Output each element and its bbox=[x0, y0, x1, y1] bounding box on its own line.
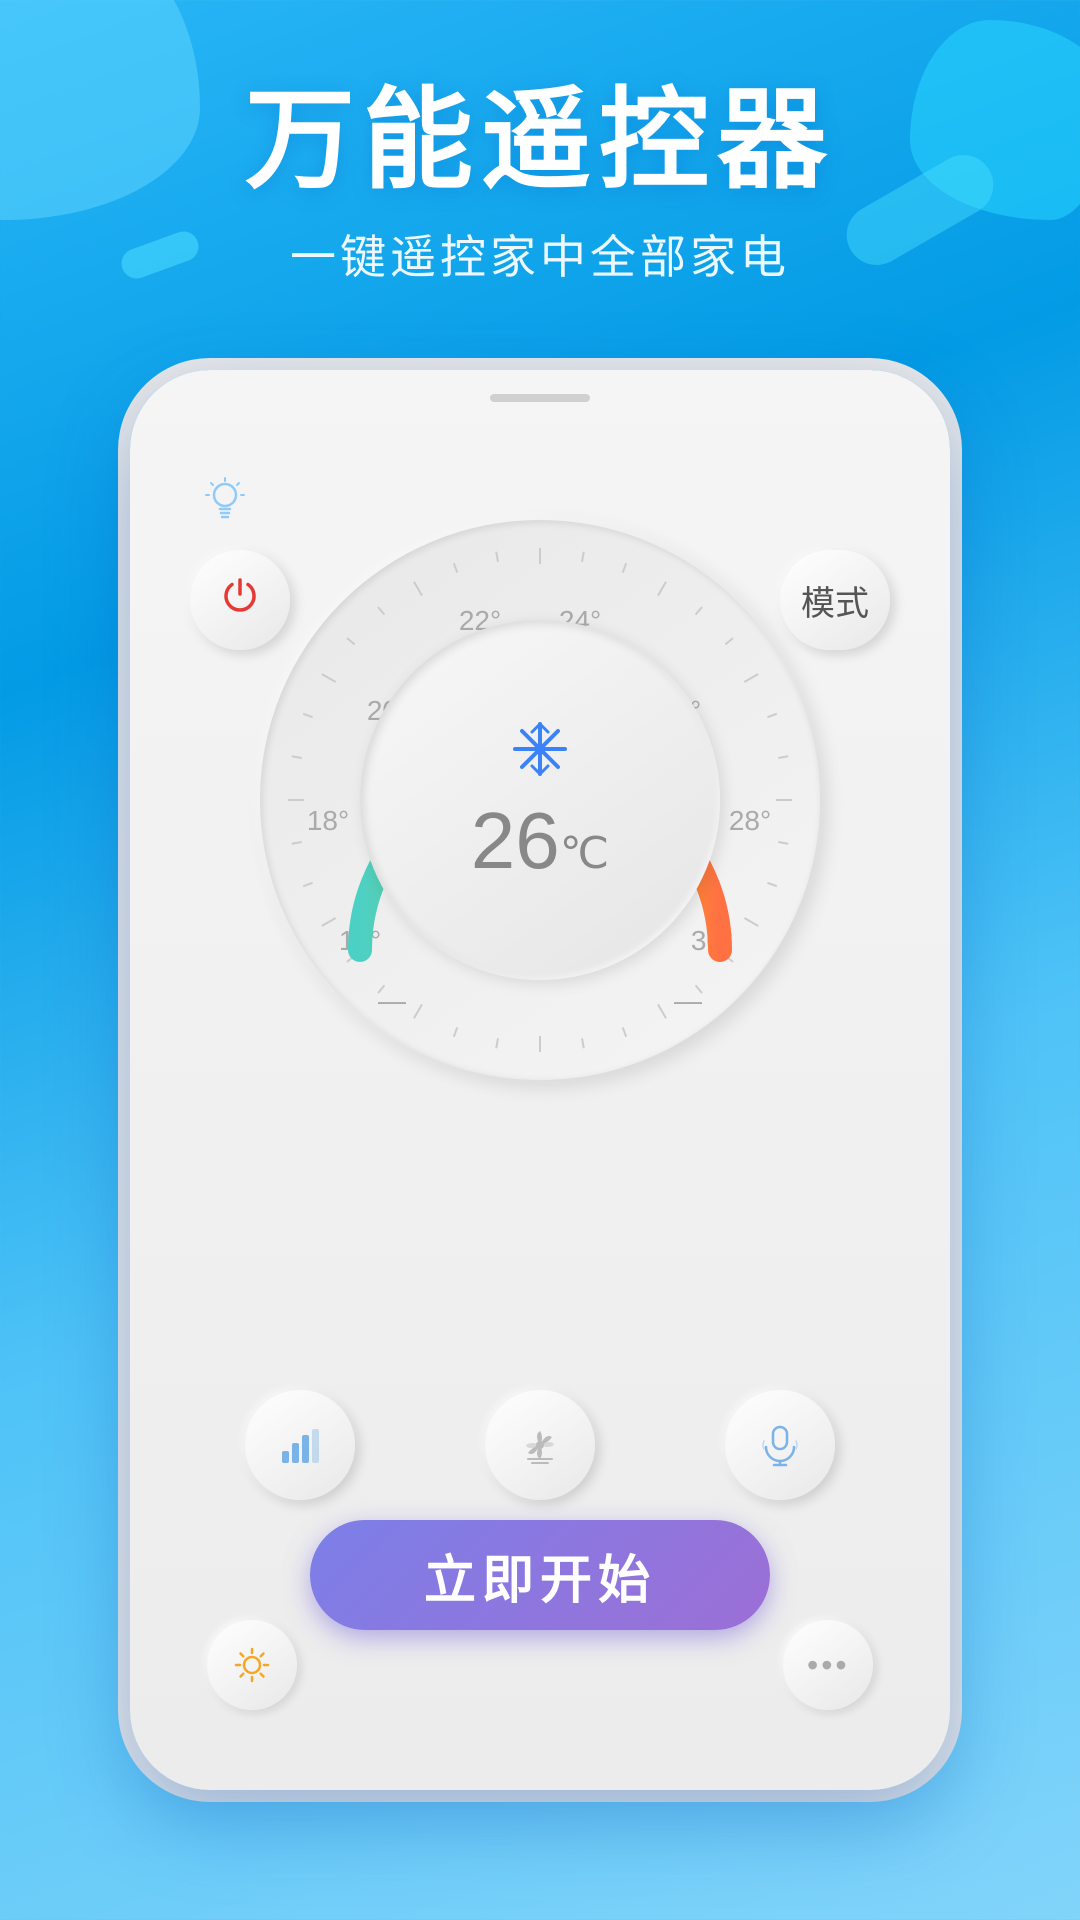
start-button[interactable]: 立即开始 bbox=[310, 1520, 770, 1630]
fan-swing-button[interactable] bbox=[485, 1390, 595, 1500]
power-icon bbox=[219, 574, 261, 626]
voice-button[interactable] bbox=[725, 1390, 835, 1500]
header: 万能遥控器 一键遥控家中全部家电 bbox=[0, 0, 1080, 287]
signal-bars-icon bbox=[278, 1423, 322, 1467]
phone-body: 模式 bbox=[130, 370, 950, 1790]
sun-icon bbox=[233, 1646, 271, 1684]
phone-speaker bbox=[490, 394, 590, 402]
fan-icon bbox=[518, 1423, 562, 1467]
more-button[interactable]: ••• bbox=[783, 1620, 873, 1710]
bulb-icon-wrap[interactable] bbox=[190, 470, 260, 540]
wind-speed-button[interactable] bbox=[245, 1390, 355, 1500]
phone-mockup: 模式 bbox=[130, 370, 950, 1790]
start-label: 立即开始 bbox=[424, 1538, 656, 1613]
microphone-icon bbox=[756, 1421, 804, 1469]
bulb-icon bbox=[202, 477, 248, 534]
temperature-display: 26℃ bbox=[471, 801, 609, 881]
sub-title: 一键遥控家中全部家电 bbox=[0, 221, 1080, 287]
dots-icon: ••• bbox=[807, 1647, 850, 1684]
thermostat-dial[interactable]: 16° 18° 20° 22° 24° 26° 28° bbox=[260, 520, 820, 1080]
timer-button[interactable] bbox=[207, 1620, 297, 1710]
bottom-controls bbox=[180, 1390, 900, 1500]
bottom-icons-row: ••• bbox=[180, 1620, 900, 1710]
inner-display: 26℃ bbox=[360, 620, 720, 980]
remote-control: 模式 bbox=[180, 440, 900, 1730]
main-title: 万能遥控器 bbox=[0, 80, 1080, 201]
snowflake-icon bbox=[510, 719, 570, 793]
